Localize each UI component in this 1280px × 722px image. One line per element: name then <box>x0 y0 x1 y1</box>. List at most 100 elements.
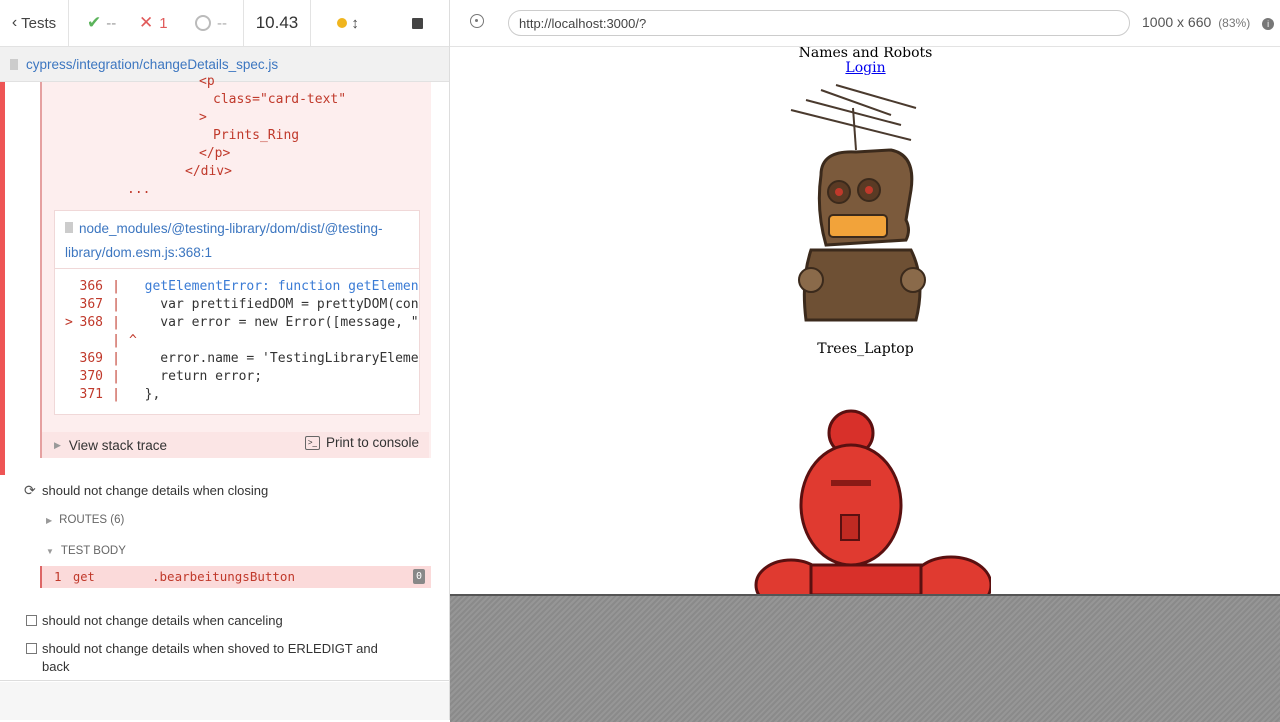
dom-snippet-ellipsis: ... <box>127 182 151 197</box>
tests-label: Tests <box>21 14 57 32</box>
command-row[interactable]: 1 get .bearbeitungsButton 0 <box>40 566 431 588</box>
reporter-panel: ‹ Tests ✔ -- ✕ 1 -- 10.43 ↕ cypress/inte… <box>0 0 450 720</box>
pending-count: -- <box>183 0 243 46</box>
test-title: should not change details when canceling <box>42 613 283 628</box>
viewport-dimensions: 1000 x 660 <box>1142 14 1212 30</box>
running-dot-icon <box>337 18 348 28</box>
spec-path[interactable]: cypress/integration/changeDetails_spec.j… <box>26 57 278 72</box>
caret: ^ <box>129 333 137 348</box>
caret-right-icon: ▶ <box>54 439 61 450</box>
code-frame-file[interactable]: node_modules/@testing-library/dom/dist/@… <box>65 217 410 265</box>
run-controls: ↕ <box>311 0 449 46</box>
code-text: error.name = 'TestingLibraryElemen <box>129 351 419 366</box>
robot-image <box>754 409 991 594</box>
stats-bar: ‹ Tests ✔ -- ✕ 1 -- 10.43 ↕ <box>0 0 449 47</box>
routes-toggle[interactable]: ▶ ROUTES (6) <box>46 514 124 530</box>
viewport-info: 1000 x 660 (83%) i <box>1142 14 1275 30</box>
gutter-bar: | <box>112 279 120 294</box>
code-line: 369 | error.name = 'TestingLibraryElemen <box>55 351 419 369</box>
selector-playground-icon[interactable] <box>470 14 484 28</box>
pending-value: -- <box>217 14 227 32</box>
gutter-bar: | <box>112 351 120 366</box>
refresh-icon: ⟳ <box>24 482 36 498</box>
command-index: 1 <box>54 569 62 584</box>
code-frame-file-link[interactable]: node_modules/@testing-library/dom/dist/@… <box>65 221 383 260</box>
pending-checkbox-icon <box>26 643 37 654</box>
dom-snippet-line: <p <box>199 74 215 89</box>
info-icon[interactable]: i <box>1262 18 1275 30</box>
code-text: }, <box>129 387 161 402</box>
test-title-continued: back <box>42 659 70 674</box>
code-text: return error; <box>129 369 263 384</box>
aut-background <box>450 594 1280 722</box>
login-link[interactable]: Login <box>845 60 885 76</box>
file-icon <box>65 222 73 233</box>
code-text: var error = new Error([message, "I <box>129 315 419 330</box>
code-line: 366 | getElementError: function getElemen… <box>55 279 419 297</box>
file-icon <box>10 58 18 70</box>
card-name: Trees_Laptop <box>817 341 914 357</box>
dom-snippet-line: </p> <box>199 146 231 161</box>
aut-header: http://localhost:3000/? 1000 x 660 (83%)… <box>450 0 1280 47</box>
stack-trace-row: ▶ View stack trace >_ Print to console <box>42 432 429 458</box>
stop-icon[interactable] <box>411 17 423 29</box>
page-title: Names and Robots <box>798 47 933 61</box>
line-number: 371 <box>79 387 103 402</box>
code-text: var prettifiedDOM = prettyDOM(cont <box>129 297 419 312</box>
error-marker: > <box>65 315 73 330</box>
dom-snippet-line: > <box>199 110 207 125</box>
robot-image <box>790 84 926 322</box>
line-number: 368 <box>79 315 103 330</box>
view-stack-trace-toggle[interactable]: View stack trace <box>69 438 167 453</box>
print-to-console-button[interactable]: >_ Print to console <box>304 435 419 450</box>
login-link-wrap: Login <box>451 60 1280 76</box>
test-body-label: TEST BODY <box>60 545 126 557</box>
test-closing[interactable]: ⟳ should not change details when closing <box>24 482 424 500</box>
line-number: 369 <box>79 351 103 366</box>
gutter-bar: | <box>112 315 120 330</box>
code-line: 367 | var prettifiedDOM = prettyDOM(cont <box>55 297 419 315</box>
failed-count: ✕ 1 <box>127 0 183 46</box>
routes-label: ROUTES (6) <box>59 514 125 526</box>
caret-down-icon: ▼ <box>46 547 54 556</box>
spec-path-bar: cypress/integration/changeDetails_spec.j… <box>0 47 449 82</box>
line-number: 367 <box>79 297 103 312</box>
passed-count: ✔ -- <box>69 0 127 46</box>
test-body-toggle[interactable]: ▼ TEST BODY <box>46 545 126 561</box>
command-badge: 0 <box>413 569 425 584</box>
passed-value: -- <box>106 14 117 32</box>
gutter-bar: | <box>112 297 120 312</box>
running-indicator: ↕ <box>337 15 359 32</box>
duration: 10.43 <box>243 0 311 46</box>
code-line: 370 | return error; <box>55 369 263 387</box>
reporter-footer-divider <box>0 680 449 681</box>
gutter-bar: | <box>112 387 120 402</box>
dom-snippet-line: class="card-text" <box>213 92 347 107</box>
dom-snippet-line: Prints_Ring <box>213 128 300 143</box>
check-icon: ✔ <box>87 13 102 32</box>
runnable-list: <p class="card-text" > Prints_Ring </p> … <box>0 74 449 682</box>
tests-button[interactable]: ‹ Tests <box>0 0 69 46</box>
cross-icon: ✕ <box>139 13 154 32</box>
failed-value: 1 <box>159 14 168 32</box>
circle-notch-icon <box>195 15 211 31</box>
code-text: getElementError: function getElement <box>129 279 419 294</box>
command-name: get <box>73 570 95 584</box>
test-title: should not change details when shoved to… <box>42 641 378 656</box>
terminal-icon: >_ <box>304 435 320 450</box>
test-canceling[interactable]: should not change details when canceling <box>26 612 426 630</box>
pending-checkbox-icon <box>26 615 37 626</box>
line-number: 370 <box>79 369 103 384</box>
failed-test-indicator <box>0 82 5 475</box>
test-erledigt[interactable]: should not change details when shoved to… <box>26 640 426 680</box>
gutter-bar: | <box>112 333 120 348</box>
chevron-left-icon: ‹ <box>11 14 18 31</box>
command-message: .bearbeitungsButton <box>152 569 295 584</box>
code-frame: node_modules/@testing-library/dom/dist/@… <box>54 210 420 415</box>
code-line-highlighted: >368 | var error = new Error([message, "I <box>55 315 419 333</box>
code-frame-body: 366 | getElementError: function getElemen… <box>55 268 419 415</box>
scroll-arrows-icon[interactable]: ↕ <box>351 15 359 32</box>
url-bar[interactable]: http://localhost:3000/? <box>508 10 1130 36</box>
code-line-caret: | ^ <box>55 333 137 351</box>
code-line: 371 | }, <box>55 387 161 405</box>
